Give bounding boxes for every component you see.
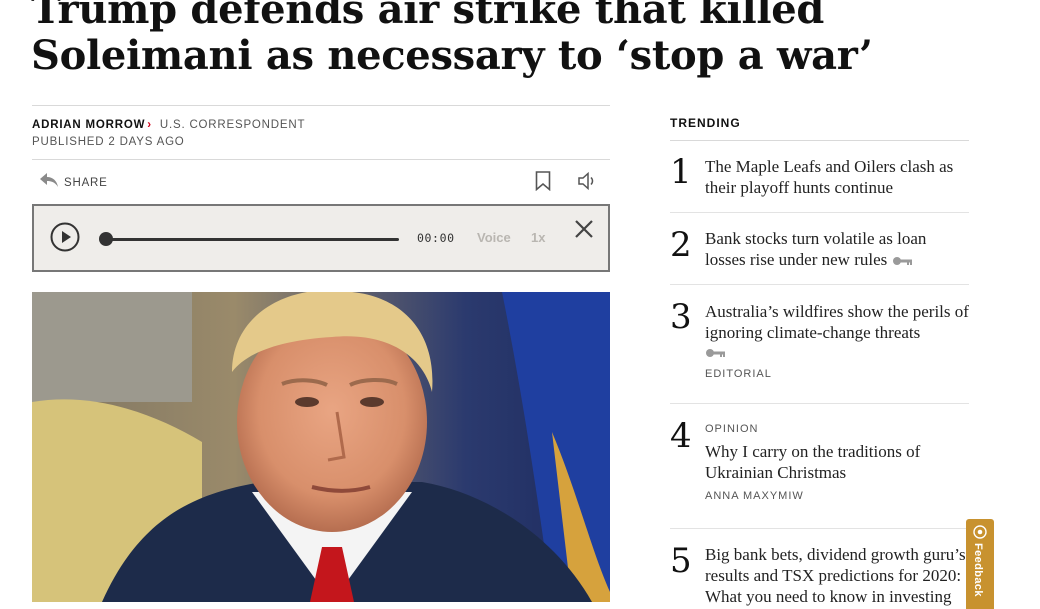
feedback-label: Feedback <box>972 543 984 597</box>
close-icon <box>573 220 595 244</box>
trending-item-4[interactable]: 4 OPINION Why I carry on the traditions … <box>670 404 969 529</box>
trending-headline[interactable]: The Maple Leafs and Oilers clash as thei… <box>705 156 969 198</box>
trending-tag: EDITORIAL <box>705 368 772 380</box>
trending-headline[interactable]: Why I carry on the traditions of Ukraini… <box>705 441 969 483</box>
key-icon <box>892 251 914 272</box>
trending-number: 4 <box>670 416 692 456</box>
byline: ADRIAN MORROW › U.S. CORRESPONDENT PUBLIS… <box>32 105 610 151</box>
trending-tag: OPINION <box>705 423 759 435</box>
article-headline: Trump defends air strike that killed Sol… <box>31 0 873 79</box>
article-photo <box>32 292 610 602</box>
trending-title: TRENDING <box>670 106 969 141</box>
progress-knob[interactable] <box>99 232 113 246</box>
share-arrow-icon <box>40 173 58 192</box>
bookmark-button[interactable] <box>535 171 551 196</box>
trending-number: 3 <box>670 297 692 337</box>
key-icon <box>705 346 727 364</box>
share-button[interactable]: SHARE <box>40 173 108 192</box>
speed-button[interactable]: 1x <box>531 230 545 245</box>
play-button[interactable] <box>50 222 80 252</box>
trending-headline[interactable]: Big bank bets, dividend growth guru’s re… <box>705 544 969 607</box>
trending-number: 2 <box>670 225 692 265</box>
trending-item-1[interactable]: 1 The Maple Leafs and Oilers clash as th… <box>670 141 969 213</box>
trending-author: ANNA MAXYMIW <box>705 490 804 502</box>
audio-time: 00:00 <box>417 231 455 245</box>
audio-progress-bar[interactable] <box>99 232 399 246</box>
trending-number: 5 <box>670 541 692 581</box>
author-link[interactable]: ADRIAN MORROW <box>32 119 145 131</box>
listen-button[interactable] <box>577 171 597 196</box>
feedback-button[interactable]: Feedback <box>966 519 994 609</box>
author-role: U.S. CORRESPONDENT <box>159 119 306 131</box>
article-toolbar: SHARE <box>32 159 610 204</box>
share-label: SHARE <box>64 176 108 189</box>
trending-item-5[interactable]: 5 Big bank bets, dividend growth guru’s … <box>670 529 969 607</box>
chevron-right-icon[interactable]: › <box>147 119 152 131</box>
close-player-button[interactable] <box>573 218 595 240</box>
published-date: PUBLISHED 2 DAYS AGO <box>32 136 185 148</box>
trending-item-3[interactable]: 3 Australia’s wildfires show the perils … <box>670 285 969 404</box>
bookmark-icon <box>535 171 551 195</box>
voice-button[interactable]: Voice <box>477 230 511 245</box>
speaker-icon <box>577 171 597 195</box>
trending-panel: TRENDING 1 The Maple Leafs and Oilers cl… <box>670 106 969 607</box>
trending-number: 1 <box>670 152 692 192</box>
trending-headline[interactable]: Australia’s wildfires show the perils of… <box>705 301 969 343</box>
trending-item-2[interactable]: 2 Bank stocks turn volatile as loan loss… <box>670 213 969 285</box>
audio-player: 00:00 Voice 1x <box>32 204 610 272</box>
play-icon <box>50 222 80 256</box>
feedback-icon <box>973 525 987 544</box>
